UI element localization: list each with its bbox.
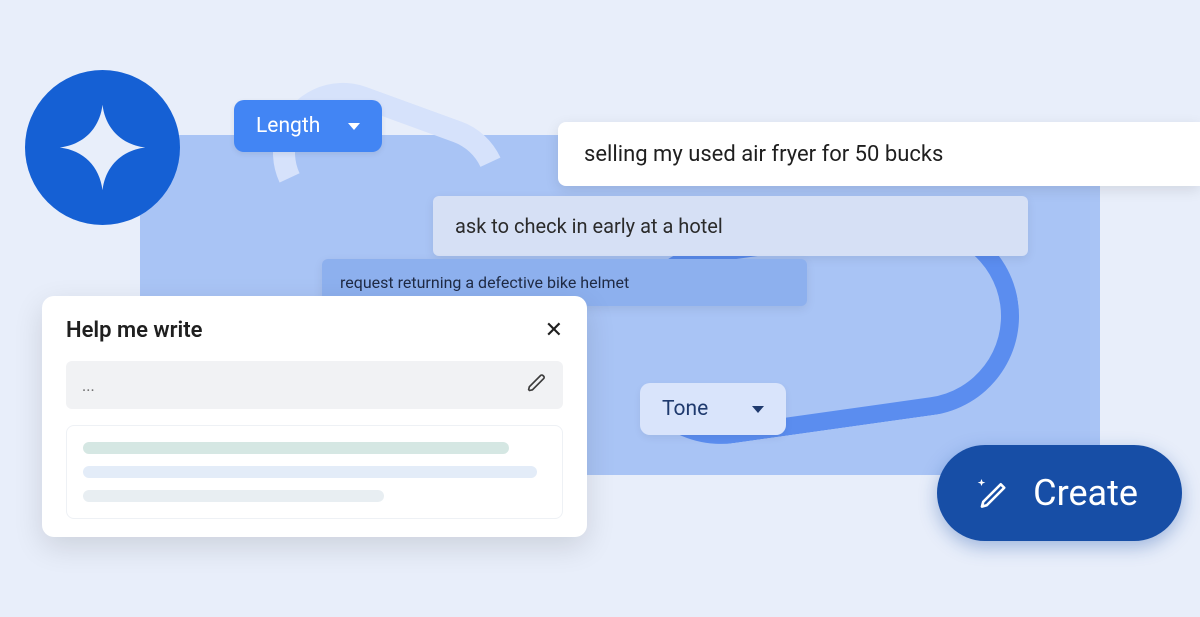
result-placeholder (66, 425, 563, 519)
tone-label: Tone (662, 397, 708, 421)
magic-pencil-icon (971, 472, 1013, 514)
tone-dropdown[interactable]: Tone (640, 383, 786, 435)
prompt-input[interactable]: selling my used air fryer for 50 bucks (558, 122, 1200, 186)
length-dropdown[interactable]: Length (234, 100, 382, 152)
skeleton-line (83, 466, 537, 478)
chevron-down-icon (752, 406, 764, 413)
suggestion-text: ask to check in early at a hotel (455, 214, 723, 238)
sparkle-icon (55, 100, 150, 195)
create-button[interactable]: Create (937, 445, 1182, 541)
panel-header: Help me write ✕ (66, 318, 563, 343)
prompt-field-value: ... (82, 376, 95, 395)
help-me-write-panel: Help me write ✕ ... (42, 296, 587, 537)
suggestion-text: request returning a defective bike helme… (340, 273, 629, 292)
prompt-field[interactable]: ... (66, 361, 563, 409)
length-label: Length (256, 114, 320, 138)
close-icon: ✕ (545, 318, 563, 343)
skeleton-line (83, 442, 509, 454)
close-button[interactable]: ✕ (545, 318, 563, 343)
suggestion-chip[interactable]: ask to check in early at a hotel (433, 196, 1028, 256)
sparkle-badge (25, 70, 180, 225)
create-label: Create (1033, 472, 1138, 514)
skeleton-line (83, 490, 384, 502)
chevron-down-icon (348, 123, 360, 130)
pencil-icon (527, 373, 547, 397)
panel-title: Help me write (66, 318, 203, 343)
prompt-text: selling my used air fryer for 50 bucks (584, 142, 943, 167)
